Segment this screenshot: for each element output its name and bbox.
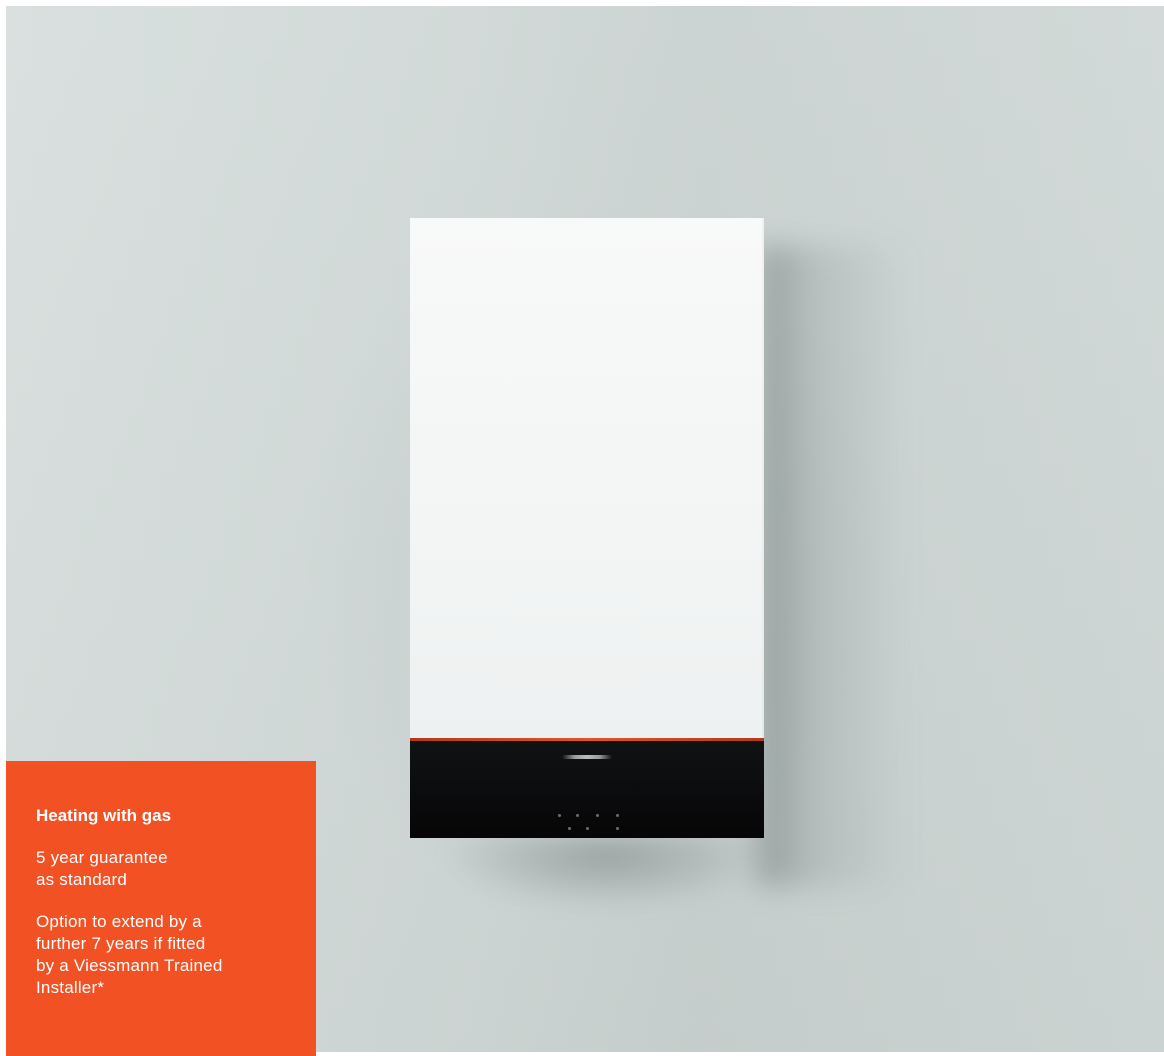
control-button-icon (616, 827, 619, 830)
boiler-front-panel (410, 218, 764, 738)
gas-boiler (410, 218, 764, 838)
guarantee-line: 5 year guarantee (36, 848, 168, 867)
boiler-control-panel (410, 741, 764, 838)
boiler-shadow-bottom (426, 836, 846, 976)
info-title: Heating with gas (36, 806, 172, 825)
guarantee-text: 5 year guarantee as standard (36, 847, 296, 891)
viessmann-logo-icon (562, 755, 612, 759)
option-line: further 7 years if fitted (36, 934, 206, 953)
control-button-icon (616, 814, 619, 817)
boiler-shadow (758, 246, 908, 886)
option-line: by a Viessmann Trained (36, 956, 223, 975)
info-box: Heating with gas 5 year guarantee as sta… (6, 761, 316, 1056)
control-button-icon (568, 827, 571, 830)
guarantee-line: as standard (36, 870, 128, 889)
control-button-icon (558, 814, 561, 817)
control-button-icon (596, 814, 599, 817)
option-line: Installer* (36, 978, 105, 997)
option-line: Option to extend by a (36, 912, 202, 931)
control-button-icon (586, 827, 589, 830)
extension-option-text: Option to extend by a further 7 years if… (36, 911, 296, 999)
control-button-icon (576, 814, 579, 817)
